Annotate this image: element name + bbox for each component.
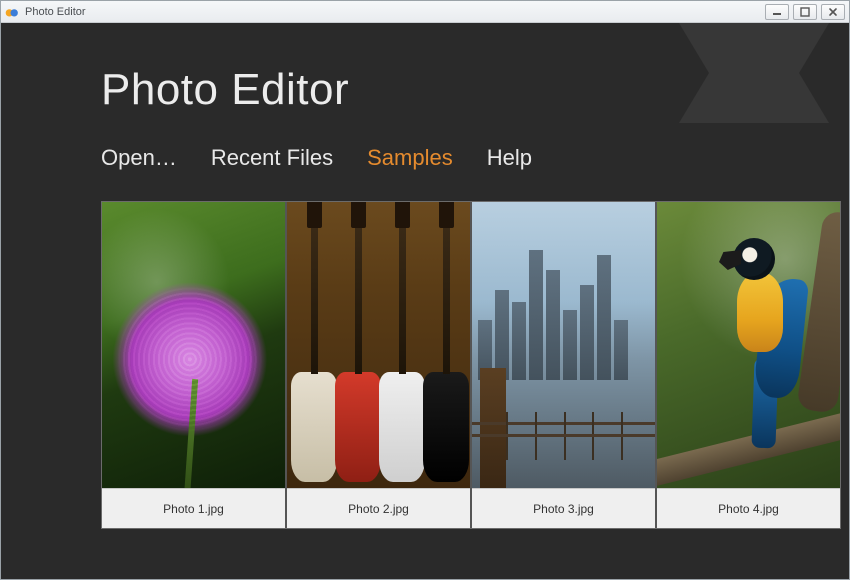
app-window: Photo Editor Photo Editor Open… Recent F…	[0, 0, 850, 580]
sample-filename: Photo 4.jpg	[657, 488, 840, 528]
sample-card[interactable]: Photo 3.jpg	[472, 202, 657, 528]
sample-thumbnail	[657, 202, 840, 488]
content-area: Photo Editor Open… Recent Files Samples …	[1, 23, 849, 579]
app-icon	[5, 5, 19, 19]
sample-thumbnail	[472, 202, 655, 488]
minimize-button[interactable]	[765, 4, 789, 20]
sample-filename: Photo 1.jpg	[102, 488, 285, 528]
sample-thumbnail	[287, 202, 470, 488]
tab-recent-files[interactable]: Recent Files	[211, 145, 333, 171]
sample-card[interactable]: Photo 1.jpg	[102, 202, 287, 528]
window-title: Photo Editor	[25, 6, 86, 18]
tab-samples[interactable]: Samples	[367, 145, 453, 171]
window-controls	[765, 4, 845, 20]
titlebar: Photo Editor	[1, 1, 849, 23]
tab-help[interactable]: Help	[487, 145, 532, 171]
close-button[interactable]	[821, 4, 845, 20]
samples-gallery: Photo 1.jpg Photo 2.jpg	[101, 201, 841, 529]
maximize-button[interactable]	[793, 4, 817, 20]
tab-open[interactable]: Open…	[101, 145, 177, 171]
sample-card[interactable]: Photo 2.jpg	[287, 202, 472, 528]
sample-thumbnail	[102, 202, 285, 488]
sample-card[interactable]: Photo 4.jpg	[657, 202, 840, 528]
welcome-tabs: Open… Recent Files Samples Help	[101, 145, 532, 171]
sample-filename: Photo 3.jpg	[472, 488, 655, 528]
page-title: Photo Editor	[101, 65, 349, 115]
watermark-graphic	[639, 23, 849, 153]
sample-filename: Photo 2.jpg	[287, 488, 470, 528]
